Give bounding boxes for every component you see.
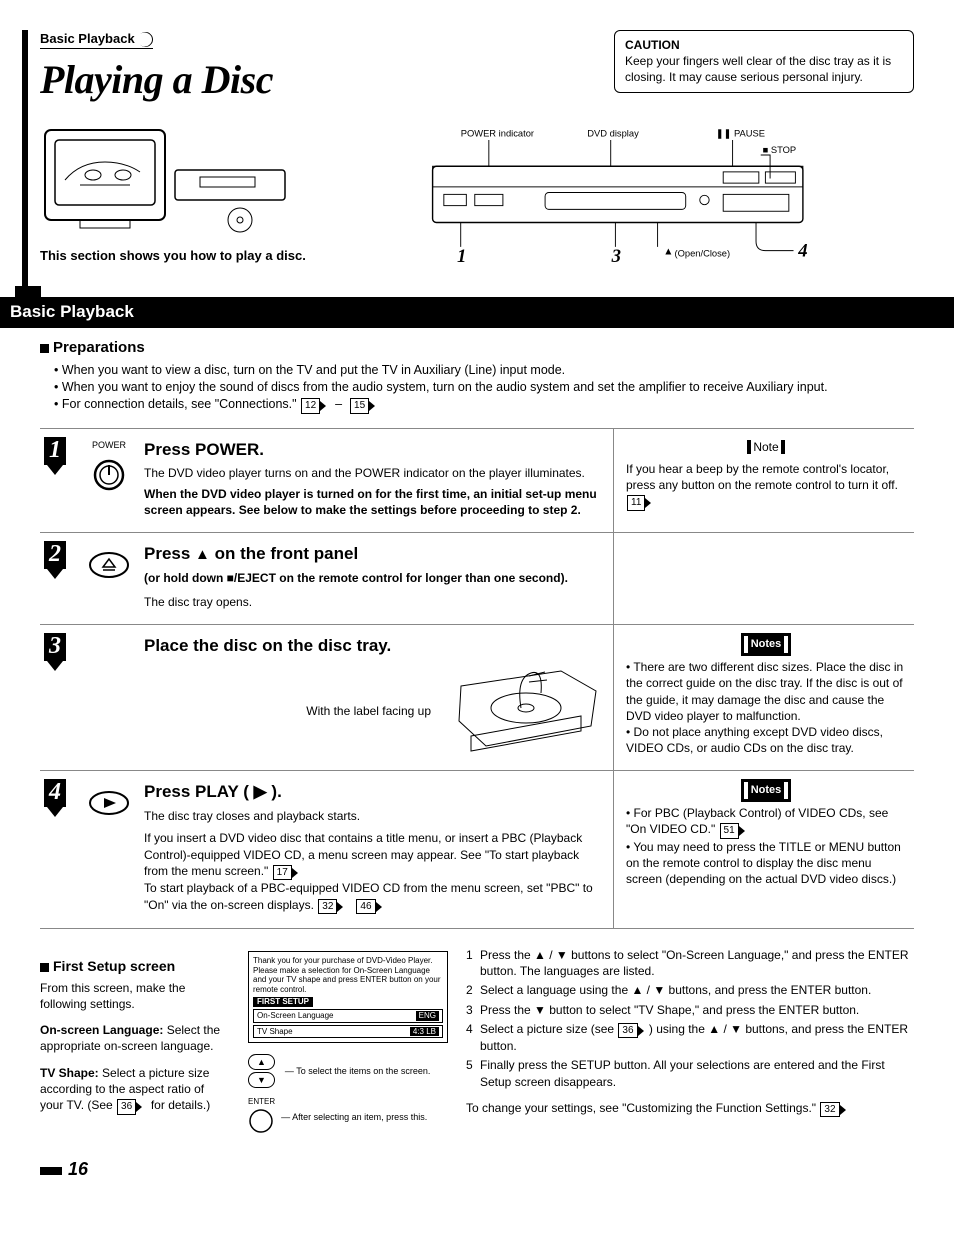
power-button-icon: POWER	[74, 429, 144, 533]
label-power-indicator: POWER indicator	[461, 128, 534, 138]
prep-item: When you want to enjoy the sound of disc…	[54, 379, 914, 396]
page-ref-icon: 36	[117, 1099, 136, 1115]
label-pause: ❚❚ PAUSE	[716, 128, 765, 139]
page-ref-icon: 46	[356, 899, 375, 915]
down-button-icon: ▼	[248, 1072, 275, 1088]
step-row: 4 Press PLAY ( ▶ ). The disc tray closes…	[40, 771, 914, 928]
section-bar: Basic Playback	[0, 297, 954, 328]
note-label: Notes	[744, 636, 789, 653]
step-text: If you insert a DVD video disc that cont…	[144, 830, 601, 914]
step-title: Press PLAY ( ▶ ).	[144, 781, 601, 804]
disc-tray-illustration	[451, 666, 601, 756]
list-item: 4Select a picture size (see 36 ) using t…	[466, 1021, 914, 1055]
page-ref-icon: 32	[318, 899, 337, 915]
side-rule	[22, 30, 28, 290]
breadcrumb: Basic Playback	[40, 30, 153, 49]
fs-text: From this screen, make the following set…	[40, 980, 230, 1012]
tray-caption: With the label facing up	[144, 703, 431, 719]
first-setup-heading: First Setup screen	[40, 957, 230, 976]
step-text: The DVD video player turns on and the PO…	[144, 465, 601, 481]
step-number: 4	[44, 779, 66, 807]
play-button-icon	[74, 771, 144, 928]
step-title: Place the disc on the disc tray.	[144, 635, 601, 658]
fs-text: TV Shape: Select a picture size accordin…	[40, 1065, 230, 1115]
page-ref-icon: 32	[820, 1102, 839, 1118]
enter-button-icon	[248, 1108, 274, 1134]
step-number: 1	[44, 437, 66, 465]
note-item: For PBC (Playback Control) of VIDEO CDs,…	[626, 805, 906, 839]
tv-player-illustration: This section shows you how to play a dis…	[40, 125, 306, 280]
page-ref-icon: 51	[720, 823, 739, 839]
page-title: Playing a Disc	[40, 53, 594, 107]
step-row: 3 Place the disc on the disc tray. With …	[40, 625, 914, 771]
diagram-num-3: 3	[610, 245, 620, 266]
step-sub: (or hold down ■/EJECT on the remote cont…	[144, 570, 601, 586]
first-setup-section: First Setup screen From this screen, mak…	[40, 947, 914, 1137]
note-label: Note	[747, 440, 784, 454]
page-ref-icon: 12	[301, 398, 320, 414]
page-ref-icon: 15	[350, 398, 369, 414]
caution-heading: CAUTION	[625, 38, 680, 52]
label-dvd-display: DVD display	[587, 128, 639, 138]
note-label: Notes	[744, 782, 789, 799]
label-open-close: (Open/Close)	[674, 248, 730, 258]
preparations-heading: Preparations	[40, 338, 914, 358]
breadcrumb-text: Basic Playback	[40, 30, 135, 48]
svg-text:▲: ▲	[663, 246, 673, 257]
steps-table: 1 POWER Press POWER. The DVD video playe…	[40, 428, 914, 929]
list-item: 2Select a language using the ▲ / ▼ butto…	[466, 982, 914, 998]
prep-item: When you want to view a disc, turn on th…	[54, 362, 914, 379]
note-item: Do not place anything except DVD video d…	[626, 724, 906, 756]
setup-steps-list: 1Press the ▲ / ▼ buttons to select "On-S…	[466, 947, 914, 1090]
player-diagram: POWER indicator DVD display ❚❚ PAUSE ■ S…	[326, 125, 914, 280]
setup-screen-illustration: Thank you for your purchase of DVD-Video…	[248, 951, 448, 1043]
step-text: When the DVD video player is turned on f…	[144, 486, 601, 518]
caution-box: CAUTION Keep your fingers well clear of …	[614, 30, 914, 93]
list-item: 5Finally press the SETUP button. All you…	[466, 1057, 914, 1089]
page-ref-icon: 36	[618, 1023, 637, 1039]
note-item: There are two different disc sizes. Plac…	[626, 659, 906, 724]
step-row: 2 Press ▲ on the front panel (or hold do…	[40, 533, 914, 625]
note-list: For PBC (Playback Control) of VIDEO CDs,…	[626, 805, 906, 887]
caution-body: Keep your fingers well clear of the disc…	[625, 54, 891, 84]
eject-button-icon	[74, 533, 144, 624]
diagram-num-4: 4	[797, 240, 807, 261]
note-body: If you hear a beep by the remote control…	[626, 462, 898, 492]
nav-buttons-illustration: ▲ ▼ — To select the items on the screen.…	[248, 1053, 448, 1137]
step-text: The disc tray opens.	[144, 594, 601, 610]
page-ref-icon: 17	[273, 865, 292, 881]
fs-text: On-screen Language: Select the appropria…	[40, 1022, 230, 1054]
preparations-list: When you want to view a disc, turn on th…	[40, 362, 914, 413]
list-item: 3Press the ▼ button to select "TV Shape,…	[466, 1002, 914, 1018]
step-title: Press ▲ on the front panel	[144, 543, 601, 566]
eject-glyph-icon: ▲	[195, 546, 210, 563]
note-list: There are two different disc sizes. Plac…	[626, 659, 906, 756]
page-number: 16	[40, 1157, 914, 1181]
prep-item: For connection details, see "Connections…	[54, 396, 914, 414]
page-ref-icon: 11	[627, 495, 645, 511]
step-number: 3	[44, 633, 66, 661]
list-item: 1Press the ▲ / ▼ buttons to select "On-S…	[466, 947, 914, 979]
intro-text: This section shows you how to play a dis…	[40, 247, 306, 265]
label-stop: ■ STOP	[762, 145, 796, 155]
up-button-icon: ▲	[248, 1054, 275, 1070]
diagram-num-1: 1	[457, 245, 466, 266]
note-item: You may need to press the TITLE or MENU …	[626, 839, 906, 888]
step-number: 2	[44, 541, 66, 569]
step-title: Press POWER.	[144, 439, 601, 462]
fs-tail: To change your settings, see "Customizin…	[466, 1100, 914, 1118]
step-text: The disc tray closes and playback starts…	[144, 808, 601, 824]
step-row: 1 POWER Press POWER. The DVD video playe…	[40, 429, 914, 534]
